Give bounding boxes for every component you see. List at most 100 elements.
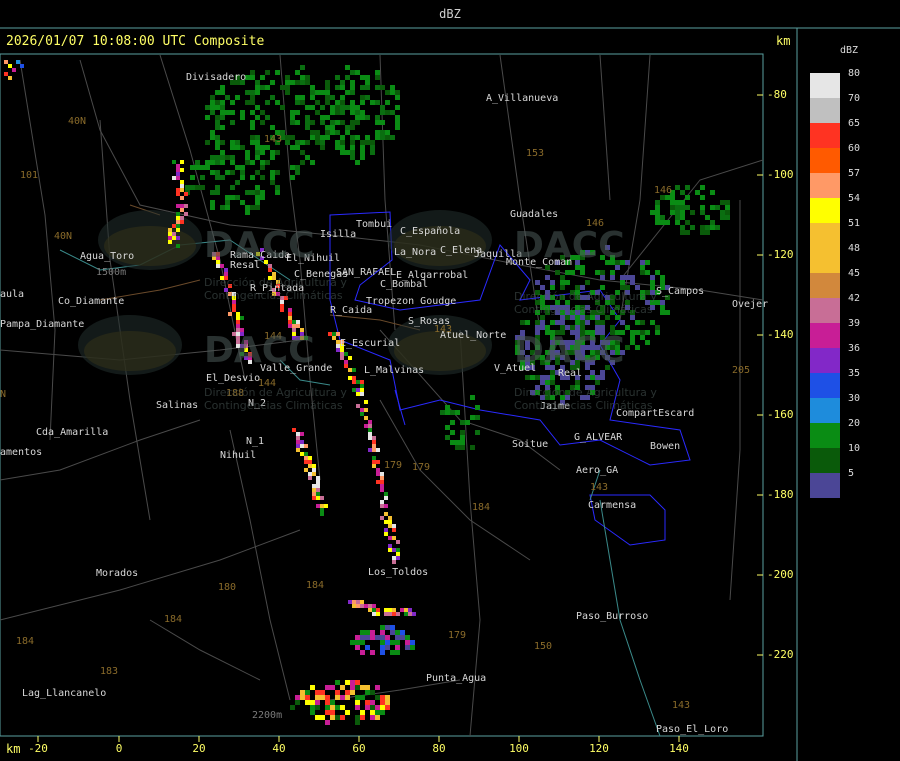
- radar-pixel: [176, 224, 180, 228]
- radar-pixel: [580, 270, 585, 275]
- radar-pixel: [364, 604, 368, 608]
- radar-pixel: [645, 270, 650, 275]
- radar-pixel: [655, 220, 660, 225]
- radar-pixel: [180, 216, 184, 220]
- radar-pixel: [4, 72, 8, 76]
- radar-pixel: [180, 204, 184, 208]
- radar-pixel: [310, 135, 315, 140]
- place-label: C_Española: [400, 226, 461, 237]
- watermark-caption: Dirección de Agricultura y Contingencias…: [204, 276, 347, 302]
- radar-pixel: [360, 695, 365, 700]
- radar-pixel: [375, 100, 380, 105]
- radar-pixel: [210, 190, 215, 195]
- radar-pixel: [395, 630, 400, 635]
- radar-pixel: [725, 205, 730, 210]
- department-border: [394, 389, 406, 426]
- radar-pixel: [255, 115, 260, 120]
- radar-pixel: [355, 685, 360, 690]
- radar-pixel: [210, 200, 215, 205]
- radar-pixel: [380, 110, 385, 115]
- radar-pixel: [345, 710, 350, 715]
- radar-pixel: [240, 145, 245, 150]
- road-line: [229, 429, 291, 701]
- radar-pixel: [8, 76, 12, 80]
- radar-pixel: [176, 204, 180, 208]
- radar-pixel: [365, 705, 370, 710]
- radar-pixel: [475, 415, 480, 420]
- legend-swatch: [810, 348, 840, 373]
- radar-pixel: [355, 160, 360, 165]
- radar-pixel: [385, 130, 390, 135]
- radar-pixel: [335, 695, 340, 700]
- radar-pixel: [350, 90, 355, 95]
- radar-pixel: [335, 680, 340, 685]
- radar-pixel: [345, 125, 350, 130]
- legend-value: 20: [848, 418, 861, 429]
- radar-pixel: [355, 640, 360, 645]
- place-label: Paso_El_Loro: [656, 724, 729, 735]
- radar-pixel: [350, 120, 355, 125]
- radar-pixel: [376, 472, 380, 476]
- radar-pixel: [352, 380, 356, 384]
- radar-pixel: [288, 324, 292, 328]
- x-axis-unit: km: [6, 742, 21, 756]
- radar-pixel: [445, 425, 450, 430]
- legend-swatch: [810, 373, 840, 398]
- radar-pixel: [325, 710, 330, 715]
- radar-pixel: [372, 460, 376, 464]
- radar-pixel: [650, 275, 655, 280]
- radar-pixel: [260, 160, 265, 165]
- radar-pixel: [372, 604, 376, 608]
- radar-pixel: [540, 375, 545, 380]
- radar-pixel: [250, 75, 255, 80]
- radar-pixel: [380, 135, 385, 140]
- radar-pixel: [230, 170, 235, 175]
- radar-pixel: [660, 215, 665, 220]
- radar-pixel: [395, 120, 400, 125]
- radar-pixel: [315, 100, 320, 105]
- radar-pixel: [600, 320, 605, 325]
- radar-pixel: [255, 80, 260, 85]
- radar-pixel: [310, 160, 315, 165]
- radar-pixel: [470, 415, 475, 420]
- radar-pixel: [320, 145, 325, 150]
- radar-pixel: [355, 720, 360, 725]
- place-label: E_Escurial: [340, 338, 401, 349]
- radar-pixel: [265, 70, 270, 75]
- radar-pixel: [344, 364, 348, 368]
- radar-pixel: [680, 205, 685, 210]
- place-label: Los_Toldos: [368, 567, 429, 578]
- radar-pixel: [700, 185, 705, 190]
- place-label: L_Malvinas: [364, 365, 425, 376]
- radar-pixel: [228, 312, 232, 316]
- radar-pixel: [340, 150, 345, 155]
- radar-pixel: [176, 212, 180, 216]
- radar-pixel: [408, 612, 412, 616]
- radar-pixel: [340, 85, 345, 90]
- radar-pixel: [364, 424, 368, 428]
- radar-pixel: [290, 120, 295, 125]
- radar-pixel: [180, 180, 184, 184]
- legend-value: 54: [848, 193, 861, 204]
- radar-pixel: [395, 90, 400, 95]
- watermark-caption: Dirección de Agricultura y Contingencias…: [514, 290, 657, 316]
- radar-pixel: [376, 468, 380, 472]
- radar-pixel: [172, 224, 176, 228]
- radar-pixel: [372, 436, 376, 440]
- radar-pixel: [650, 210, 655, 215]
- radar-pixel: [168, 240, 172, 244]
- radar-pixel: [700, 210, 705, 215]
- radar-pixel: [396, 548, 400, 552]
- radar-pixel: [655, 270, 660, 275]
- radar-pixel: [368, 448, 372, 452]
- radar-pixel: [385, 90, 390, 95]
- radar-pixel: [195, 165, 200, 170]
- radar-pixel: [385, 110, 390, 115]
- place-label: Salinas: [156, 400, 199, 411]
- radar-pixel: [380, 705, 385, 710]
- radar-pixel: [375, 130, 380, 135]
- radar-pixel: [355, 105, 360, 110]
- radar-pixel: [245, 160, 250, 165]
- route-number: 184: [472, 502, 491, 513]
- radar-pixel: [312, 488, 316, 492]
